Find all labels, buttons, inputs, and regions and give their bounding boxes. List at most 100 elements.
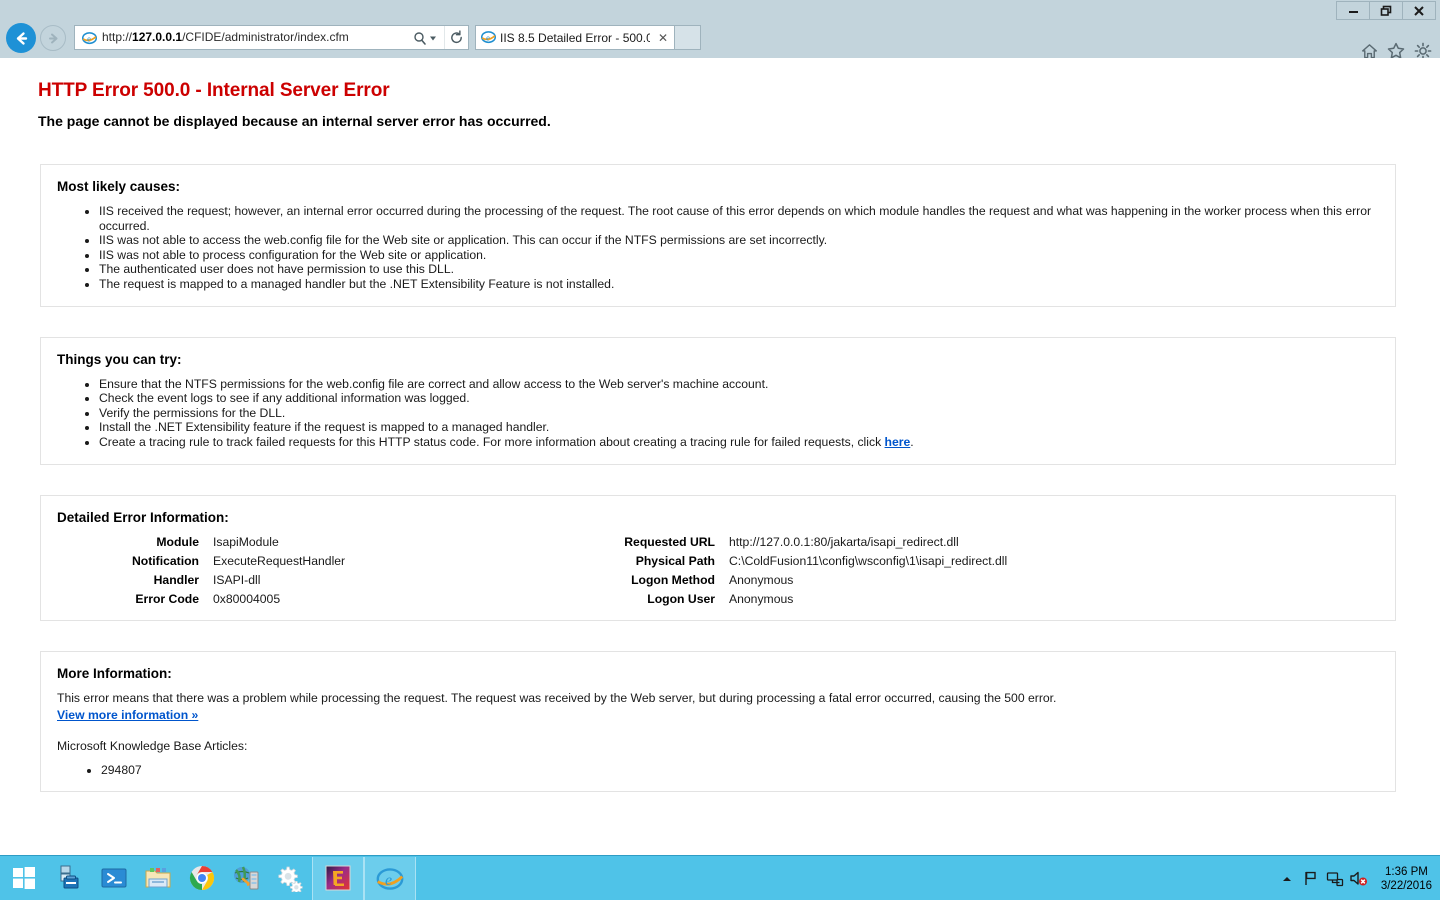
start-button[interactable]: [0, 857, 48, 900]
internet-explorer-window: e http://127.0.0.1/CFIDE/administrator/i…: [0, 0, 1440, 855]
list-item: Ensure that the NTFS permissions for the…: [99, 377, 1379, 392]
ie-favicon-icon: e: [79, 30, 99, 45]
iis-manager-button[interactable]: [224, 857, 268, 900]
search-button[interactable]: [410, 26, 444, 49]
home-button[interactable]: [1361, 43, 1378, 60]
filezilla-button[interactable]: [312, 857, 364, 900]
system-tray: 1:36 PM 3/22/2016: [1275, 856, 1440, 901]
tab-favicon-icon: e: [481, 29, 496, 47]
detail-label-physical-path: Physical Path: [593, 554, 729, 568]
back-arrow-icon: [13, 30, 30, 47]
chrome-icon: [189, 865, 215, 891]
detail-value-logon-user: Anonymous: [729, 592, 1379, 606]
most-likely-causes-panel: Most likely causes: IIS received the req…: [40, 164, 1396, 307]
close-button[interactable]: [1402, 1, 1436, 20]
causes-list: IIS received the request; however, an in…: [99, 204, 1379, 292]
windows-logo-icon: [11, 865, 37, 891]
windows-taskbar: e: [0, 855, 1440, 900]
list-item: IIS received the request; however, an in…: [99, 204, 1379, 233]
network-button[interactable]: [1323, 870, 1347, 887]
list-item: 294807: [101, 763, 1379, 778]
title-bar: [0, 0, 1440, 20]
server-manager-icon: [56, 864, 84, 892]
list-item: Install the .NET Extensibility feature i…: [99, 420, 1379, 435]
error-page-content: HTTP Error 500.0 - Internal Server Error…: [0, 58, 1440, 855]
minimize-button[interactable]: [1336, 1, 1370, 20]
detail-value-physical-path: C:\ColdFusion11\config\wsconfig\1\isapi_…: [729, 554, 1379, 568]
list-item: Verify the permissions for the DLL.: [99, 406, 1379, 421]
action-center-button[interactable]: [1299, 870, 1323, 887]
details-heading: Detailed Error Information:: [57, 510, 1379, 525]
clock-time: 1:36 PM: [1381, 865, 1432, 879]
svg-text:e: e: [486, 32, 490, 42]
taskbar-items: e: [0, 856, 416, 901]
svg-text:e: e: [385, 872, 392, 889]
more-information-panel: More Information: This error means that …: [40, 651, 1396, 793]
new-tab-button[interactable]: [675, 25, 701, 50]
detail-label-logon-method: Logon Method: [593, 573, 729, 587]
window-controls: [1337, 1, 1436, 20]
kb-articles-list: 294807: [101, 763, 1379, 778]
taskbar-clock[interactable]: 1:36 PM 3/22/2016: [1381, 865, 1432, 893]
volume-muted-icon: [1349, 870, 1368, 887]
try-list: Ensure that the NTFS permissions for the…: [99, 377, 1379, 450]
forward-button[interactable]: [40, 25, 66, 51]
causes-heading: Most likely causes:: [57, 179, 1379, 194]
powershell-icon: [100, 864, 128, 892]
detail-label-requested-url: Requested URL: [593, 535, 729, 549]
tracing-rule-link[interactable]: here: [885, 435, 911, 449]
google-chrome-button[interactable]: [180, 857, 224, 900]
list-item: Check the event logs to see if any addit…: [99, 391, 1379, 406]
detail-value-logon-method: Anonymous: [729, 573, 1379, 587]
address-url-text[interactable]: http://127.0.0.1/CFIDE/administrator/ind…: [99, 26, 410, 49]
home-icon: [1361, 43, 1378, 60]
more-information-text: This error means that there was a proble…: [57, 691, 1379, 706]
tab-close-icon[interactable]: ✕: [658, 31, 668, 45]
search-icon: [412, 30, 442, 46]
list-item: IIS was not able to access the web.confi…: [99, 233, 1379, 248]
list-item: The request is mapped to a managed handl…: [99, 277, 1379, 292]
list-item-tracing: Create a tracing rule to track failed re…: [99, 435, 1379, 450]
control-panel-button[interactable]: [268, 857, 312, 900]
list-item: The authenticated user does not have per…: [99, 262, 1379, 277]
file-explorer-button[interactable]: [136, 857, 180, 900]
tab-strip: e IIS 8.5 Detailed Error - 500.0 ... ✕: [475, 25, 701, 50]
detail-value-module: IsapiModule: [213, 535, 593, 549]
filezilla-icon: [325, 865, 351, 891]
detailed-error-information-panel: Detailed Error Information: Module Isapi…: [40, 495, 1396, 621]
detail-value-error-code: 0x80004005: [213, 592, 593, 606]
action-center-flag-icon: [1302, 870, 1319, 887]
address-bar[interactable]: e http://127.0.0.1/CFIDE/administrator/i…: [74, 25, 469, 50]
tab-iis-error[interactable]: e IIS 8.5 Detailed Error - 500.0 ... ✕: [475, 25, 675, 50]
volume-button[interactable]: [1347, 870, 1371, 887]
list-item: IIS was not able to process configuratio…: [99, 248, 1379, 263]
page-subtitle: The page cannot be displayed because an …: [38, 113, 1440, 129]
restore-button[interactable]: [1369, 1, 1403, 20]
powershell-button[interactable]: [92, 857, 136, 900]
more-heading: More Information:: [57, 666, 1379, 681]
svg-text:e: e: [87, 33, 91, 43]
tracing-text-suffix: .: [910, 435, 913, 449]
close-icon: [1413, 5, 1425, 17]
tracing-text-prefix: Create a tracing rule to track failed re…: [99, 435, 885, 449]
minimize-icon: [1348, 5, 1359, 16]
details-grid: Module IsapiModule Requested URL http://…: [61, 535, 1379, 606]
refresh-icon: [449, 30, 464, 45]
view-more-information-link[interactable]: View more information »: [57, 708, 198, 722]
detail-label-error-code: Error Code: [61, 592, 213, 606]
restore-icon: [1380, 5, 1392, 17]
detail-label-logon-user: Logon User: [593, 592, 729, 606]
internet-explorer-icon: e: [376, 864, 404, 892]
server-manager-button[interactable]: [48, 857, 92, 900]
network-icon: [1326, 870, 1344, 887]
detail-value-requested-url: http://127.0.0.1:80/jakarta/isapi_redire…: [729, 535, 1379, 549]
detail-label-module: Module: [61, 535, 213, 549]
folder-icon: [144, 865, 172, 891]
chevron-down-icon: [430, 36, 436, 40]
gears-icon: [276, 864, 304, 892]
clock-date: 3/22/2016: [1381, 879, 1432, 893]
show-hidden-icons-button[interactable]: [1275, 873, 1299, 885]
internet-explorer-button[interactable]: e: [364, 857, 416, 900]
back-button[interactable]: [6, 23, 36, 53]
refresh-button[interactable]: [444, 26, 468, 49]
